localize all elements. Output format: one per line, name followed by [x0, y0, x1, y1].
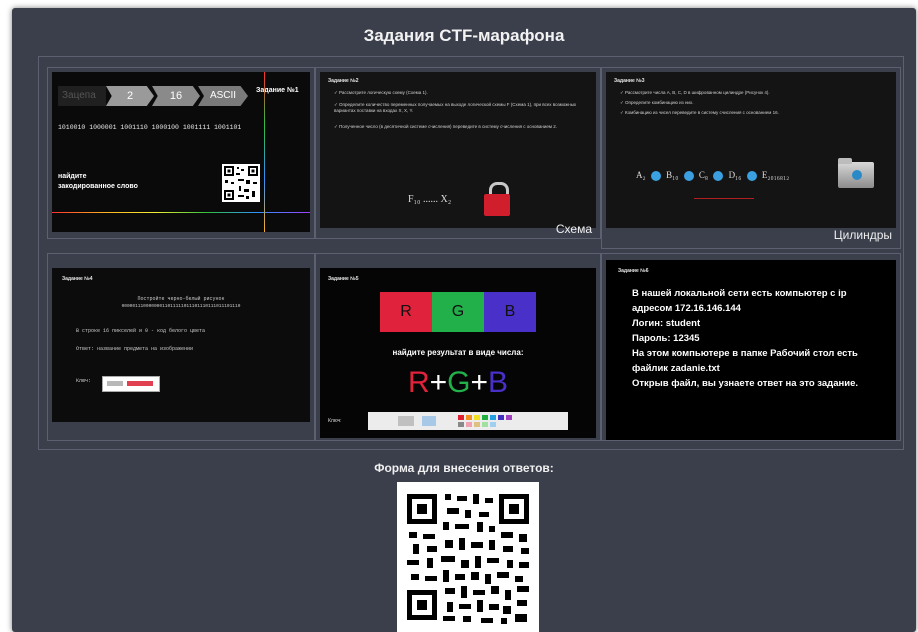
task-6-line: На этом компьютере в папке Рабочий стол … [632, 348, 858, 359]
tasks-grid: Зацепа 2 16 ASCII Задание №1 1010010 100… [38, 56, 904, 450]
task-3-bullet-3-text: Комбинацию из чисел переведите в систему… [625, 110, 779, 115]
task-5-slide[interactable]: Задание №5 R G B найдите результат в вид… [320, 268, 596, 438]
page-title: Задания CTF-марафона [363, 26, 565, 45]
task-1-text-line1: найдите [58, 173, 87, 180]
task-5-key-label: Ключ: [328, 418, 342, 424]
task-3-bullet-1-text: Рассмотрите числа A, B, C, D в шифрованн… [625, 90, 770, 95]
qr-code-small [222, 164, 260, 202]
chain-dot-icon [713, 170, 724, 181]
rgb-block-blue: B [484, 292, 536, 332]
task-3-bullet-3: ✓ Комбинацию из чисел переведите в систе… [620, 110, 779, 115]
page-frame: Задания CTF-марафона Зацепа 2 16 ASCII З… [12, 8, 916, 632]
task-4-line1: Постройте черно-белый рисунок [137, 296, 225, 302]
task-3-cell[interactable]: Задание №3 ✓ Рассмотрите числа A, B, C, … [601, 67, 901, 249]
task-4-line4: Ответ: название предмета на изображении [76, 346, 194, 352]
task-2-bullet-1: ✓ Рассмотрите логическую схему (Схема 1)… [334, 90, 428, 95]
task-1-text-line2: закодированное слово [58, 183, 138, 190]
task-4-line2: 0000011100000001101111101110111011101110… [121, 304, 241, 309]
task-6-cell[interactable]: Задание №6 В нашей локальной сети есть к… [601, 253, 901, 441]
task-4-line3: В строке 16 пикселей и 0 - код белого цв… [76, 328, 206, 334]
task-6-line: В нашей локальной сети есть компьютер с … [632, 288, 847, 299]
task-2-bullet-3: ✓ Полученное число (в десятичной системе… [334, 124, 557, 129]
task-1-slide[interactable]: Зацепа 2 16 ASCII Задание №1 1010010 100… [52, 72, 310, 232]
task-6-line: файлик zadanie.txt [632, 363, 720, 374]
task-2-title: Задание №2 [328, 78, 359, 84]
task-3-slide[interactable]: Задание №3 ✓ Рассмотрите числа A, B, C, … [606, 72, 896, 228]
task-2-caption: Схема [555, 222, 592, 236]
task-2-cell[interactable]: Задание №2 ✓ Рассмотрите логическую схем… [315, 67, 601, 239]
folder-lock-icon [838, 158, 874, 188]
stepper-arrow: ASCII [198, 86, 248, 106]
stepper-arrow: 16 [152, 86, 200, 106]
task-3-title: Задание №3 [614, 78, 645, 84]
rainbow-line [52, 212, 310, 213]
formula-plus: + [470, 366, 489, 399]
chain-dot-icon [650, 170, 661, 181]
task-2-bullet-3-text: Полученное число (в десятичной системе с… [339, 124, 557, 129]
answer-form-qr-code[interactable] [397, 482, 539, 632]
task-4-slide[interactable]: Задание №4 Постройте черно-белый рисунок… [52, 268, 310, 422]
task-6-line: Логин: student [632, 318, 701, 329]
task-6-line: Пароль: 12345 [632, 333, 700, 344]
task-3-bullet-2-text: Определите комбинацию из них. [625, 100, 694, 105]
task-5-cell[interactable]: Задание №5 R G B найдите результат в вид… [315, 253, 601, 441]
task-1-label: Задание №1 [256, 87, 299, 94]
cylinder-chain: A₂ B₁₀ C₈ D₁₆ E₂₀₁₆₈₁₂ [636, 170, 866, 190]
chain-item-d: D₁₆ [728, 170, 742, 180]
task-6-body: В нашей локальной сети есть компьютер с … [632, 286, 892, 391]
task-2-formula: F₁₀ ...... X₂ [408, 194, 452, 205]
task-2-slide[interactable]: Задание №2 ✓ Рассмотрите логическую схем… [320, 72, 596, 228]
rgb-block-red: R [380, 292, 432, 332]
rgb-formula: R+G+B [320, 366, 596, 400]
answer-form-title: Форма для внесения ответов: [374, 461, 554, 475]
chain-item-e: E₂₀₁₆₈₁₂ [761, 170, 790, 180]
task-5-prompt: найдите результат в виде числа: [392, 348, 524, 357]
formula-r: R [407, 366, 430, 399]
red-underline [694, 198, 754, 199]
task-5-title: Задание №5 [328, 276, 359, 282]
lock-icon [484, 182, 512, 216]
task-3-caption: Цилиндры [833, 228, 892, 242]
task-2-bullet-2-text: Определите количество переменных получае… [334, 102, 577, 113]
binary-code: 1010010 1000001 1001110 1000100 1001111 … [58, 124, 242, 131]
formula-plus: + [429, 366, 448, 399]
task-6-line: Открыв файл, вы узнаете ответ на это зад… [632, 378, 859, 389]
key-image [102, 376, 160, 392]
stepper-arrow: 2 [106, 86, 154, 106]
task-3-bullet-2: ✓ Определите комбинацию из них. [620, 100, 694, 105]
rgb-block-green: G [432, 292, 484, 332]
qr-code-icon [397, 482, 539, 632]
task-6-slide[interactable]: Задание №6 В нашей локальной сети есть к… [606, 260, 896, 440]
chain-dot-icon [683, 170, 694, 181]
task-1-cell[interactable]: Зацепа 2 16 ASCII Задание №1 1010010 100… [47, 67, 315, 239]
rainbow-line-vertical [264, 72, 265, 232]
chain-item-b: B₁₀ [666, 170, 679, 180]
task-2-bullet-1-text: Рассмотрите логическую схему (Схема 1). [339, 90, 428, 95]
task-4-title: Задание №4 [62, 276, 93, 282]
task-2-bullet-2: ✓ Определите количество переменных получ… [334, 102, 577, 113]
task-4-key-label: Ключ: [76, 378, 92, 384]
formula-b: B [488, 366, 509, 399]
task-6-line: адресом 172.16.146.144 [632, 303, 741, 314]
task-4-cell[interactable]: Задание №4 Постройте черно-белый рисунок… [47, 253, 315, 441]
chain-item-a: A₂ [636, 170, 646, 180]
formula-g: G [447, 366, 471, 399]
chain-item-c: C₈ [698, 170, 709, 180]
task-3-bullet-1: ✓ Рассмотрите числа A, B, C, D в шифрова… [620, 90, 770, 95]
stepper-arrow: Зацепа [58, 86, 106, 106]
chain-dot-icon [746, 170, 757, 181]
task-1-text: найдите закодированное слово [58, 172, 138, 192]
palette-strip [368, 412, 568, 430]
task-6-title: Задание №6 [618, 268, 649, 274]
